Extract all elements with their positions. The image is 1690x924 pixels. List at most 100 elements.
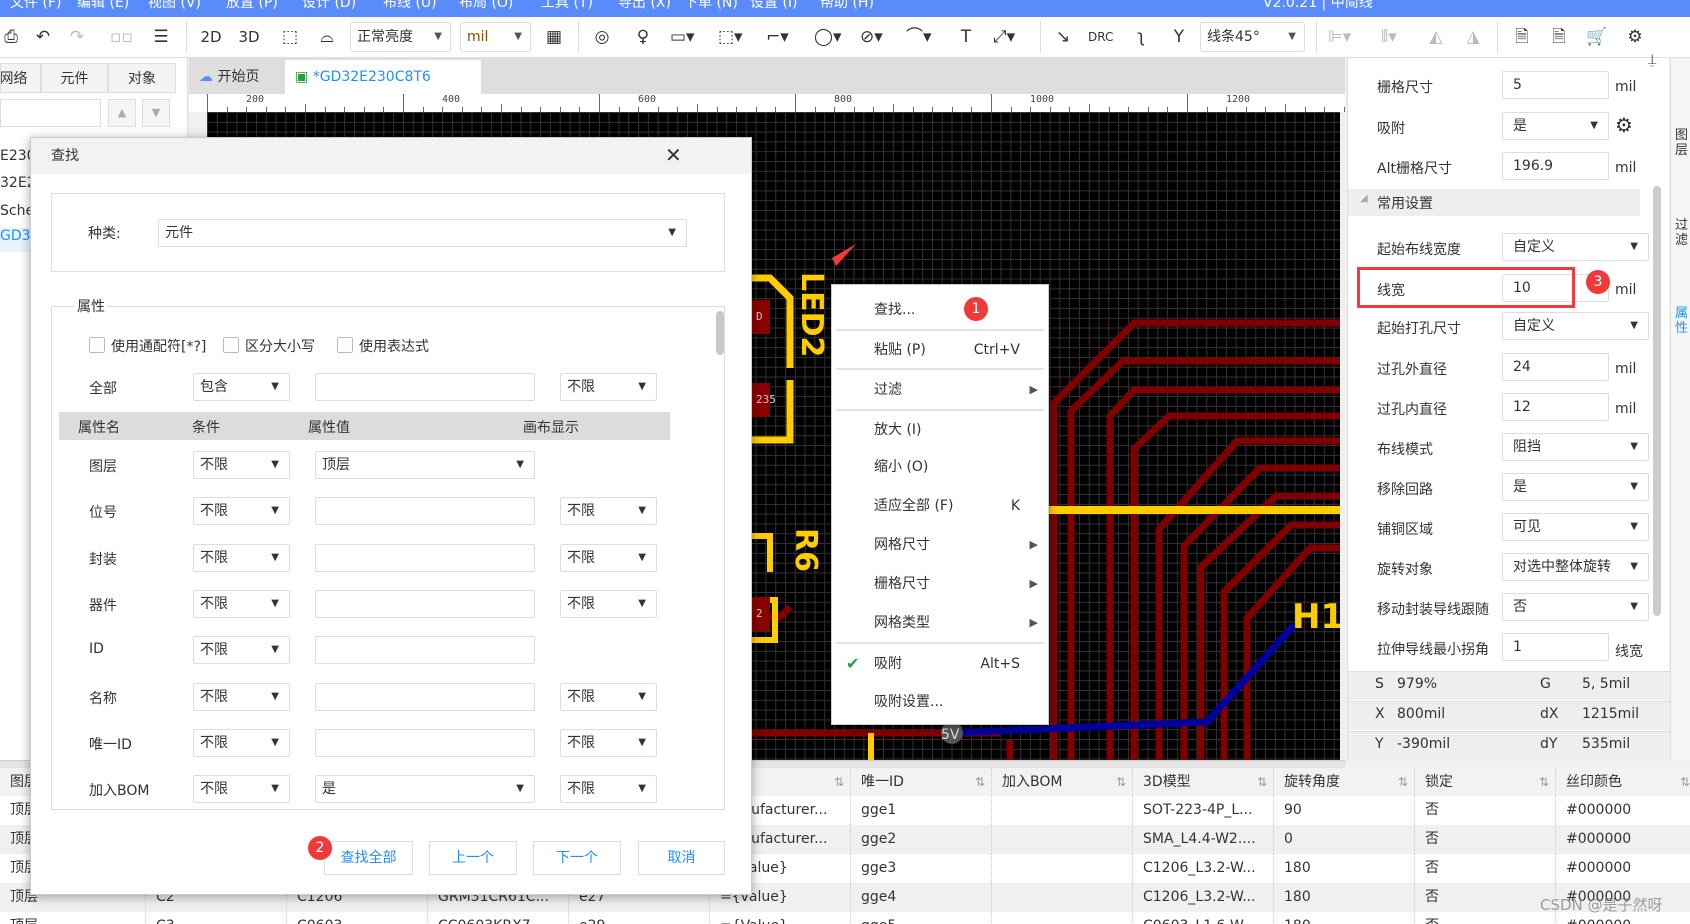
flip-board-icon[interactable]: ⌓: [316, 25, 338, 49]
condition-select[interactable]: 不限 ▼: [193, 728, 290, 757]
canvas-display-select[interactable]: 不限 ▼: [560, 497, 657, 526]
redo-icon[interactable]: ↷: [66, 25, 88, 49]
table-cell[interactable]: gge3: [851, 854, 992, 883]
scrollbar[interactable]: [1653, 186, 1661, 616]
condition-select[interactable]: 不限 ▼: [193, 497, 290, 526]
mirror-h-icon[interactable]: ◭: [1425, 25, 1447, 49]
pin-icon[interactable]: ⍊: [1648, 52, 1656, 68]
canvas-display-select[interactable]: 不限 ▼: [560, 775, 657, 804]
menu-9[interactable]: 下单 (N): [684, 0, 738, 12]
value-input[interactable]: [315, 589, 535, 618]
cancel-button[interactable]: 取消: [638, 841, 725, 875]
table-cell[interactable]: C0603_L1.6-W...: [1133, 912, 1274, 924]
context-menu-item[interactable]: 适应全部 (F) K: [832, 488, 1048, 524]
checkbox[interactable]: [89, 337, 105, 353]
context-menu-item[interactable]: 放大 (I): [832, 412, 1048, 448]
canvas-display-select[interactable]: 不限 ▼: [560, 373, 657, 401]
table-cell[interactable]: #000000: [1556, 796, 1690, 825]
context-menu-item[interactable]: 查找...: [832, 292, 1048, 328]
table-cell[interactable]: gge2: [851, 825, 992, 854]
menu-7[interactable]: 工具 (T): [541, 0, 593, 12]
table-cell[interactable]: [992, 854, 1133, 883]
checkbox[interactable]: [223, 337, 239, 353]
align-icon[interactable]: ⊫▾: [1328, 25, 1351, 49]
side-tab[interactable]: 图层: [1675, 128, 1689, 158]
side-tab[interactable]: 属性: [1675, 306, 1689, 336]
canvas-display-select[interactable]: 不限 ▼: [560, 682, 657, 711]
column-header[interactable]: 唯一ID ⇅: [851, 768, 992, 796]
table-cell[interactable]: 否: [1415, 883, 1556, 912]
table-cell[interactable]: 否: [1415, 854, 1556, 883]
condition-select[interactable]: 不限 ▼: [193, 682, 290, 711]
close-icon[interactable]: ✕: [665, 143, 682, 167]
context-menu-item[interactable]: 网格尺寸 ▶: [832, 527, 1048, 563]
condition-select[interactable]: 不限 ▼: [193, 589, 290, 618]
menu-5[interactable]: 布线 (U): [383, 0, 437, 12]
tab-pcb[interactable]: ▣ *GD32E230C8T6: [285, 60, 481, 94]
order-icon[interactable]: 🛒: [1586, 25, 1608, 49]
ellipse-icon[interactable]: ◯▾: [814, 25, 842, 49]
unit-select[interactable]: mil ▼: [460, 22, 531, 52]
table-cell[interactable]: C1206_L3.2-W...: [1133, 883, 1274, 912]
setting-select[interactable]: 对选中整体旋转 ▼: [1502, 553, 1649, 581]
prev-button[interactable]: ▲: [108, 99, 136, 127]
setting-input[interactable]: 5: [1502, 71, 1609, 99]
table-cell[interactable]: C0603: [287, 912, 428, 924]
value-input[interactable]: [315, 497, 535, 526]
setting-select[interactable]: 可见 ▼: [1502, 513, 1649, 541]
via-icon[interactable]: ◎: [591, 25, 613, 49]
table-cell[interactable]: C3: [146, 912, 287, 924]
condition-select[interactable]: 不限 ▼: [193, 451, 290, 479]
next-button[interactable]: ▼: [142, 99, 170, 127]
table-cell[interactable]: [992, 883, 1133, 912]
drc-button[interactable]: DRC: [1088, 25, 1113, 49]
setting-select[interactable]: 自定义 ▼: [1502, 233, 1649, 261]
tab-objects[interactable]: 对象: [108, 63, 176, 93]
column-header[interactable]: 3D模型 ⇅: [1133, 768, 1274, 796]
menu-8[interactable]: 导出 (X): [618, 0, 671, 12]
setting-input[interactable]: 196.9: [1502, 152, 1609, 180]
setting-select[interactable]: 否 ▼: [1502, 593, 1649, 621]
search-input[interactable]: [0, 99, 101, 127]
context-menu-item[interactable]: 网格类型 ▶: [832, 605, 1048, 641]
table-cell[interactable]: e29: [569, 912, 710, 924]
condition-select[interactable]: 包含 ▼: [193, 373, 290, 401]
table-cell[interactable]: SMA_L4.4-W2....: [1133, 825, 1274, 854]
settings-icon[interactable]: ⚙: [1624, 25, 1646, 49]
tab-net[interactable]: 网络: [0, 63, 41, 93]
table-cell[interactable]: gge4: [851, 883, 992, 912]
menu-2[interactable]: 视图 (V): [148, 0, 201, 12]
table-cell[interactable]: #000000: [1556, 825, 1690, 854]
value-select[interactable]: 是 ▼: [315, 775, 535, 804]
dimension-icon[interactable]: ⤢▾: [993, 25, 1015, 49]
value-select[interactable]: 顶层 ▼: [315, 451, 535, 479]
find-all-button[interactable]: 查找全部: [324, 841, 413, 875]
table-cell[interactable]: 0: [1274, 825, 1415, 854]
column-header[interactable]: 加入BOM ⇅: [992, 768, 1133, 796]
table-cell[interactable]: [992, 912, 1133, 924]
menu-6[interactable]: 布局 (O): [459, 0, 513, 12]
condition-select[interactable]: 不限 ▼: [193, 775, 290, 804]
table-cell[interactable]: C1206_L3.2-W...: [1133, 854, 1274, 883]
text-icon[interactable]: T: [955, 25, 977, 49]
prev-button[interactable]: 上一个: [429, 841, 517, 875]
table-cell[interactable]: CC0603KRX7...: [428, 912, 569, 924]
dashed-rect-icon[interactable]: ⬚▾: [718, 25, 743, 49]
value-input[interactable]: [315, 543, 535, 572]
context-menu-item[interactable]: 缩小 (O): [832, 449, 1048, 485]
table-cell[interactable]: gge5: [851, 912, 992, 924]
track-icon[interactable]: ʅ: [1130, 25, 1152, 49]
setting-input[interactable]: 24: [1502, 353, 1609, 381]
column-header[interactable]: 锁定 ⇅: [1415, 768, 1556, 796]
value-input[interactable]: [315, 728, 535, 757]
next-button[interactable]: 下一个: [533, 841, 621, 875]
table-cell[interactable]: [992, 796, 1133, 825]
diff-pair-icon[interactable]: Y: [1168, 25, 1190, 49]
menu-1[interactable]: 编辑 (E): [77, 0, 129, 12]
canvas-display-select[interactable]: 不限 ▼: [560, 728, 657, 757]
gear-icon[interactable]: ⚙: [1615, 113, 1633, 137]
condition-select[interactable]: 不限 ▼: [193, 543, 290, 572]
table-cell[interactable]: 否: [1415, 796, 1556, 825]
table-cell[interactable]: 90: [1274, 796, 1415, 825]
scrollbar[interactable]: [716, 311, 724, 355]
